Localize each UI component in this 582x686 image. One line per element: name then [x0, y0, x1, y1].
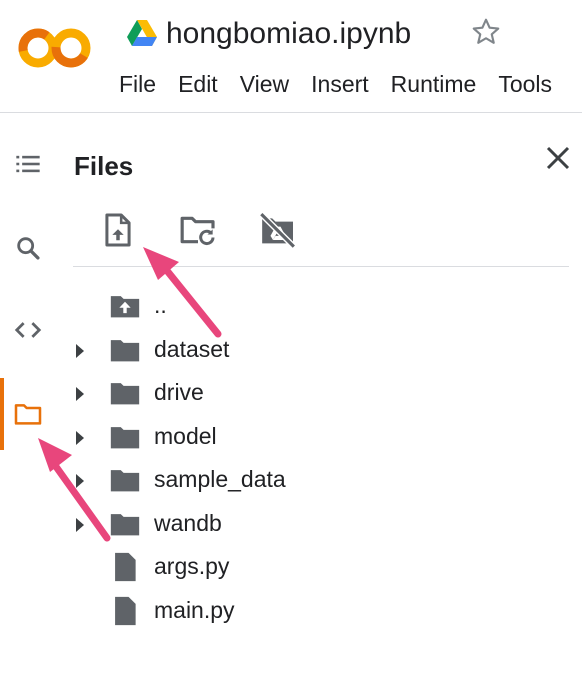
tree-row-folder[interactable]: drive — [68, 371, 568, 415]
close-icon — [546, 146, 570, 170]
upload-file-button[interactable] — [96, 208, 140, 252]
tree-row-label: .. — [154, 292, 167, 318]
menu-insert[interactable]: Insert — [300, 66, 380, 102]
files-panel-title: Files — [74, 151, 134, 181]
rail-code-snippets[interactable] — [8, 310, 48, 350]
menu-file[interactable]: File — [108, 66, 167, 102]
menu-runtime[interactable]: Runtime — [380, 66, 488, 102]
colab-logo[interactable] — [16, 22, 94, 74]
table-of-contents-icon — [16, 155, 40, 173]
tree-row-folder[interactable]: sample_data — [68, 458, 568, 502]
tree-row-label: args.py — [154, 553, 230, 579]
tree-row-label: sample_data — [154, 466, 286, 492]
close-panel-button[interactable] — [538, 138, 578, 178]
folder-icon — [14, 404, 42, 425]
folder-icon — [110, 513, 140, 535]
rail-table-of-contents[interactable] — [8, 144, 48, 184]
star-icon[interactable] — [470, 16, 502, 48]
tree-row-folder[interactable]: dataset — [68, 328, 568, 372]
tree-row-folder[interactable]: model — [68, 415, 568, 459]
folder-icon — [110, 339, 140, 361]
rail-active-indicator — [0, 378, 4, 450]
tree-row-parent[interactable]: .. — [68, 284, 568, 328]
menu-tools[interactable]: Tools — [487, 66, 563, 102]
expand-caret-icon[interactable] — [76, 343, 84, 358]
expand-caret-icon[interactable] — [76, 474, 84, 488]
menu-view[interactable]: View — [229, 66, 300, 102]
menu-edit[interactable]: Edit — [167, 66, 229, 102]
tree-row-label: model — [154, 422, 217, 449]
tree-row-label: dataset — [154, 335, 230, 362]
rail-search[interactable] — [8, 228, 48, 268]
tree-row-label: wandb — [154, 509, 222, 536]
rail-files[interactable] — [8, 394, 48, 434]
expand-caret-icon[interactable] — [76, 387, 84, 401]
unmount-drive-icon — [259, 212, 296, 249]
folder-icon — [110, 426, 140, 448]
tree-row-label: drive — [154, 379, 204, 405]
google-drive-icon — [127, 20, 157, 46]
tree-row-file[interactable]: main.py — [68, 589, 568, 633]
toolbar-divider — [73, 266, 569, 267]
folder-icon — [110, 470, 140, 492]
file-icon — [115, 596, 136, 625]
expand-caret-icon[interactable] — [76, 430, 84, 445]
header-divider — [0, 112, 582, 113]
menu-bar: File Edit View Insert Runtime Tools — [108, 66, 563, 102]
folder-icon — [110, 383, 140, 405]
file-tree: .. dataset drive model sample_data wandb… — [68, 284, 568, 632]
search-icon — [17, 237, 40, 260]
refresh-folder-button[interactable] — [176, 208, 220, 252]
refresh-folder-icon — [180, 216, 215, 246]
notebook-title[interactable]: hongbomiao.ipynb — [166, 14, 411, 54]
unmount-drive-button[interactable] — [256, 208, 300, 252]
parent-folder-icon — [110, 296, 140, 318]
tree-row-folder[interactable]: wandb — [68, 502, 568, 546]
expand-caret-icon[interactable] — [76, 517, 84, 532]
tree-row-file[interactable]: args.py — [68, 545, 568, 589]
file-icon — [115, 552, 136, 582]
upload-file-icon — [105, 213, 131, 247]
code-snippets-icon — [14, 322, 42, 338]
tree-row-label: main.py — [154, 596, 235, 623]
